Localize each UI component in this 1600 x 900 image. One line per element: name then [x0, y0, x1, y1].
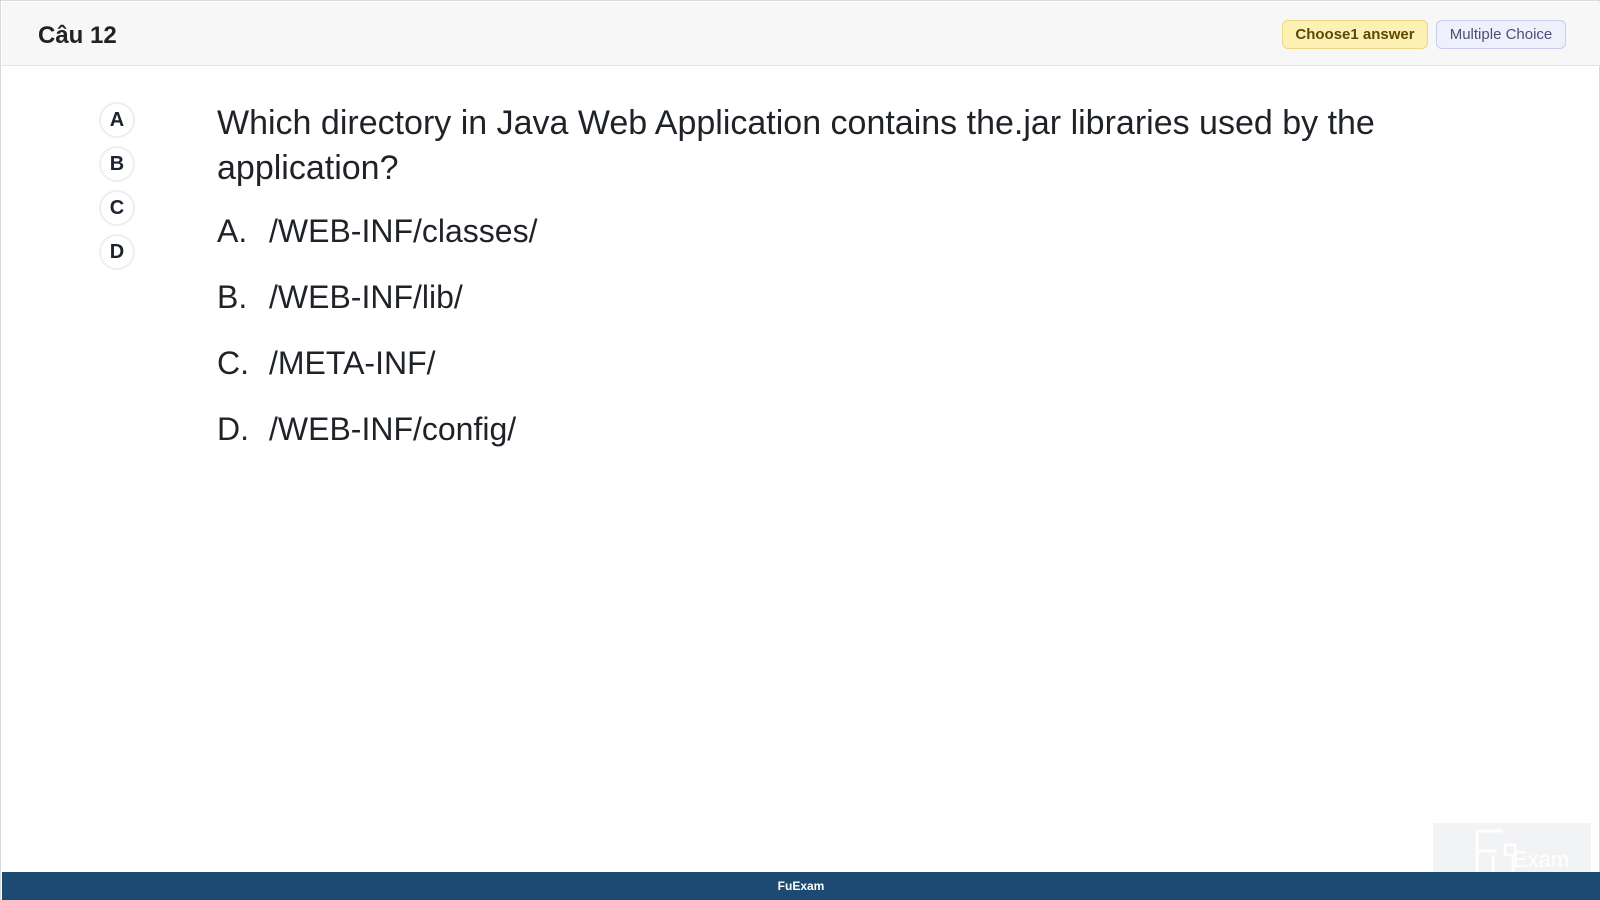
pick-d-button[interactable]: D	[99, 234, 135, 270]
question-text: Which directory in Java Web Application …	[217, 104, 1375, 187]
option-text: /WEB-INF/lib/	[269, 279, 463, 315]
option-text: /WEB-INF/classes/	[269, 213, 538, 249]
question-header: Câu 12 Choose1 answer Multiple Choice	[2, 2, 1600, 66]
choose-count-badge: Choose1 answer	[1282, 20, 1428, 49]
footer-bar: FuExam	[2, 872, 1600, 900]
answer-options: A. /WEB-INF/classes/ B. /WEB-INF/lib/ C.…	[217, 213, 537, 477]
quiz-frame: Câu 12 Choose1 answer Multiple Choice A …	[0, 0, 1600, 900]
option-letter: B.	[217, 279, 248, 315]
option-letter: D.	[217, 411, 249, 447]
footer-brand: FuExam	[777, 879, 825, 893]
option-b[interactable]: B. /WEB-INF/lib/	[217, 279, 537, 345]
option-letter: A.	[217, 213, 248, 249]
pick-c-button[interactable]: C	[99, 190, 135, 226]
option-c[interactable]: C. /META-INF/	[217, 345, 537, 411]
option-letter: C.	[217, 345, 249, 381]
option-text: /WEB-INF/config/	[269, 411, 517, 447]
watermark-text: Exam	[1513, 847, 1569, 872]
answer-picker: A B C D	[99, 102, 135, 278]
pick-a-button[interactable]: A	[99, 102, 135, 138]
question-type-badge: Multiple Choice	[1436, 20, 1566, 49]
option-text: /META-INF/	[269, 345, 436, 381]
pick-b-button[interactable]: B	[99, 146, 135, 182]
question-number: Câu 12	[38, 22, 117, 49]
option-a[interactable]: A. /WEB-INF/classes/	[217, 213, 537, 279]
option-d[interactable]: D. /WEB-INF/config/	[217, 411, 537, 477]
